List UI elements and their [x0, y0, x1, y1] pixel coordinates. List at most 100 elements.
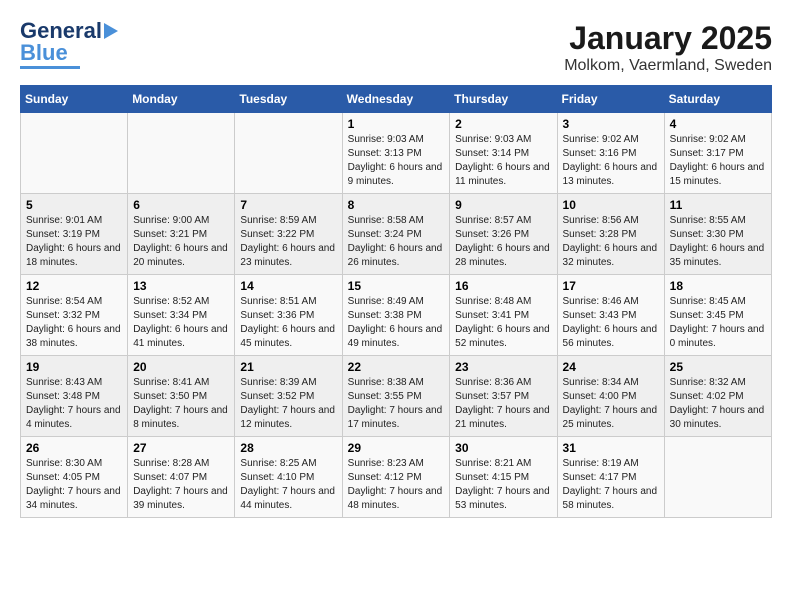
- calendar-cell: 4 Sunrise: 9:02 AM Sunset: 3:17 PM Daylig…: [664, 113, 771, 194]
- day-info: Sunrise: 9:01 AM Sunset: 3:19 PM Dayligh…: [26, 214, 122, 270]
- day-info: Sunrise: 9:02 AM Sunset: 3:17 PM Dayligh…: [670, 133, 766, 189]
- day-number: 20: [133, 360, 229, 374]
- calendar-cell: 14 Sunrise: 8:51 AM Sunset: 3:36 PM Dayli…: [235, 275, 342, 356]
- day-number: 11: [670, 198, 766, 212]
- day-info: Sunrise: 8:45 AM Sunset: 3:45 PM Dayligh…: [670, 295, 766, 351]
- calendar-week-5: 26 Sunrise: 8:30 AM Sunset: 4:05 PM Dayli…: [21, 437, 772, 518]
- title-block: January 2025 Molkom, Vaermland, Sweden: [564, 20, 772, 75]
- day-number: 1: [348, 117, 445, 131]
- day-number: 3: [563, 117, 659, 131]
- calendar-cell: 12 Sunrise: 8:54 AM Sunset: 3:32 PM Dayli…: [21, 275, 128, 356]
- calendar-cell: 16 Sunrise: 8:48 AM Sunset: 3:41 PM Dayli…: [450, 275, 557, 356]
- calendar-cell: 2Sunrise: 9:03 AM Sunset: 3:14 PM Daylig…: [450, 113, 557, 194]
- logo-blue: Blue: [20, 42, 68, 64]
- day-number: 14: [240, 279, 336, 293]
- day-info: Sunrise: 8:41 AM Sunset: 3:50 PM Dayligh…: [133, 376, 229, 432]
- day-number: 15: [348, 279, 445, 293]
- day-number: 17: [563, 279, 659, 293]
- calendar-week-4: 19 Sunrise: 8:43 AM Sunset: 3:48 PM Dayli…: [21, 356, 772, 437]
- day-number: 9: [455, 198, 551, 212]
- day-info: Sunrise: 8:30 AM Sunset: 4:05 PM Dayligh…: [26, 457, 122, 513]
- logo-text: General: [20, 20, 102, 42]
- logo-divider: [20, 66, 80, 69]
- calendar-cell: 19 Sunrise: 8:43 AM Sunset: 3:48 PM Dayli…: [21, 356, 128, 437]
- col-header-sunday: Sunday: [21, 86, 128, 113]
- col-header-friday: Friday: [557, 86, 664, 113]
- day-number: 26: [26, 441, 122, 455]
- day-info: Sunrise: 8:52 AM Sunset: 3:34 PM Dayligh…: [133, 295, 229, 351]
- day-info: Sunrise: 8:32 AM Sunset: 4:02 PM Dayligh…: [670, 376, 766, 432]
- day-info: Sunrise: 8:58 AM Sunset: 3:24 PM Dayligh…: [348, 214, 445, 270]
- calendar-cell: 20 Sunrise: 8:41 AM Sunset: 3:50 PM Dayli…: [128, 356, 235, 437]
- calendar-cell: [21, 113, 128, 194]
- day-number: 30: [455, 441, 551, 455]
- day-number: 19: [26, 360, 122, 374]
- calendar-cell: 18Sunrise: 8:45 AM Sunset: 3:45 PM Dayli…: [664, 275, 771, 356]
- day-number: 16: [455, 279, 551, 293]
- calendar-cell: 31 Sunrise: 8:19 AM Sunset: 4:17 PM Dayli…: [557, 437, 664, 518]
- day-info: Sunrise: 8:25 AM Sunset: 4:10 PM Dayligh…: [240, 457, 336, 513]
- calendar-cell: 11Sunrise: 8:55 AM Sunset: 3:30 PM Dayli…: [664, 194, 771, 275]
- col-header-monday: Monday: [128, 86, 235, 113]
- day-number: 8: [348, 198, 445, 212]
- calendar-cell: 28 Sunrise: 8:25 AM Sunset: 4:10 PM Dayli…: [235, 437, 342, 518]
- calendar-week-3: 12 Sunrise: 8:54 AM Sunset: 3:32 PM Dayli…: [21, 275, 772, 356]
- col-header-thursday: Thursday: [450, 86, 557, 113]
- calendar-cell: [664, 437, 771, 518]
- page-header: General Blue January 2025 Molkom, Vaerml…: [20, 20, 772, 75]
- calendar-cell: 29 Sunrise: 8:23 AM Sunset: 4:12 PM Dayli…: [342, 437, 450, 518]
- calendar-cell: 30Sunrise: 8:21 AM Sunset: 4:15 PM Dayli…: [450, 437, 557, 518]
- calendar-cell: 10Sunrise: 8:56 AM Sunset: 3:28 PM Dayli…: [557, 194, 664, 275]
- day-info: Sunrise: 8:49 AM Sunset: 3:38 PM Dayligh…: [348, 295, 445, 351]
- calendar-week-1: 1 Sunrise: 9:03 AM Sunset: 3:13 PM Daylig…: [21, 113, 772, 194]
- calendar-cell: 25 Sunrise: 8:32 AM Sunset: 4:02 PM Dayli…: [664, 356, 771, 437]
- day-info: Sunrise: 8:54 AM Sunset: 3:32 PM Dayligh…: [26, 295, 122, 351]
- day-number: 27: [133, 441, 229, 455]
- day-info: Sunrise: 8:23 AM Sunset: 4:12 PM Dayligh…: [348, 457, 445, 513]
- day-number: 28: [240, 441, 336, 455]
- calendar-cell: 22 Sunrise: 8:38 AM Sunset: 3:55 PM Dayli…: [342, 356, 450, 437]
- day-info: Sunrise: 8:57 AM Sunset: 3:26 PM Dayligh…: [455, 214, 551, 270]
- day-number: 4: [670, 117, 766, 131]
- day-info: Sunrise: 8:43 AM Sunset: 3:48 PM Dayligh…: [26, 376, 122, 432]
- day-number: 31: [563, 441, 659, 455]
- day-number: 13: [133, 279, 229, 293]
- calendar-cell: 5 Sunrise: 9:01 AM Sunset: 3:19 PM Daylig…: [21, 194, 128, 275]
- col-header-saturday: Saturday: [664, 86, 771, 113]
- day-number: 25: [670, 360, 766, 374]
- calendar-table: SundayMondayTuesdayWednesdayThursdayFrid…: [20, 85, 772, 518]
- day-info: Sunrise: 8:48 AM Sunset: 3:41 PM Dayligh…: [455, 295, 551, 351]
- col-header-wednesday: Wednesday: [342, 86, 450, 113]
- day-number: 22: [348, 360, 445, 374]
- calendar-cell: [128, 113, 235, 194]
- page-subtitle: Molkom, Vaermland, Sweden: [564, 57, 772, 75]
- calendar-cell: [235, 113, 342, 194]
- calendar-cell: 21Sunrise: 8:39 AM Sunset: 3:52 PM Dayli…: [235, 356, 342, 437]
- day-number: 29: [348, 441, 445, 455]
- day-number: 7: [240, 198, 336, 212]
- calendar-cell: 15 Sunrise: 8:49 AM Sunset: 3:38 PM Dayli…: [342, 275, 450, 356]
- calendar-cell: 8 Sunrise: 8:58 AM Sunset: 3:24 PM Daylig…: [342, 194, 450, 275]
- day-info: Sunrise: 8:19 AM Sunset: 4:17 PM Dayligh…: [563, 457, 659, 513]
- calendar-cell: 9 Sunrise: 8:57 AM Sunset: 3:26 PM Daylig…: [450, 194, 557, 275]
- day-info: Sunrise: 9:02 AM Sunset: 3:16 PM Dayligh…: [563, 133, 659, 189]
- day-info: Sunrise: 9:03 AM Sunset: 3:14 PM Dayligh…: [455, 133, 551, 189]
- calendar-cell: 26 Sunrise: 8:30 AM Sunset: 4:05 PM Dayli…: [21, 437, 128, 518]
- day-info: Sunrise: 8:51 AM Sunset: 3:36 PM Dayligh…: [240, 295, 336, 351]
- calendar-cell: 3 Sunrise: 9:02 AM Sunset: 3:16 PM Daylig…: [557, 113, 664, 194]
- calendar-header-row: SundayMondayTuesdayWednesdayThursdayFrid…: [21, 86, 772, 113]
- day-info: Sunrise: 8:56 AM Sunset: 3:28 PM Dayligh…: [563, 214, 659, 270]
- day-info: Sunrise: 8:38 AM Sunset: 3:55 PM Dayligh…: [348, 376, 445, 432]
- day-number: 5: [26, 198, 122, 212]
- day-info: Sunrise: 9:03 AM Sunset: 3:13 PM Dayligh…: [348, 133, 445, 189]
- day-info: Sunrise: 8:46 AM Sunset: 3:43 PM Dayligh…: [563, 295, 659, 351]
- day-number: 23: [455, 360, 551, 374]
- day-number: 12: [26, 279, 122, 293]
- day-info: Sunrise: 8:34 AM Sunset: 4:00 PM Dayligh…: [563, 376, 659, 432]
- col-header-tuesday: Tuesday: [235, 86, 342, 113]
- day-number: 24: [563, 360, 659, 374]
- calendar-cell: 24 Sunrise: 8:34 AM Sunset: 4:00 PM Dayli…: [557, 356, 664, 437]
- calendar-cell: 7Sunrise: 8:59 AM Sunset: 3:22 PM Daylig…: [235, 194, 342, 275]
- calendar-cell: 17 Sunrise: 8:46 AM Sunset: 3:43 PM Dayli…: [557, 275, 664, 356]
- calendar-cell: 1 Sunrise: 9:03 AM Sunset: 3:13 PM Daylig…: [342, 113, 450, 194]
